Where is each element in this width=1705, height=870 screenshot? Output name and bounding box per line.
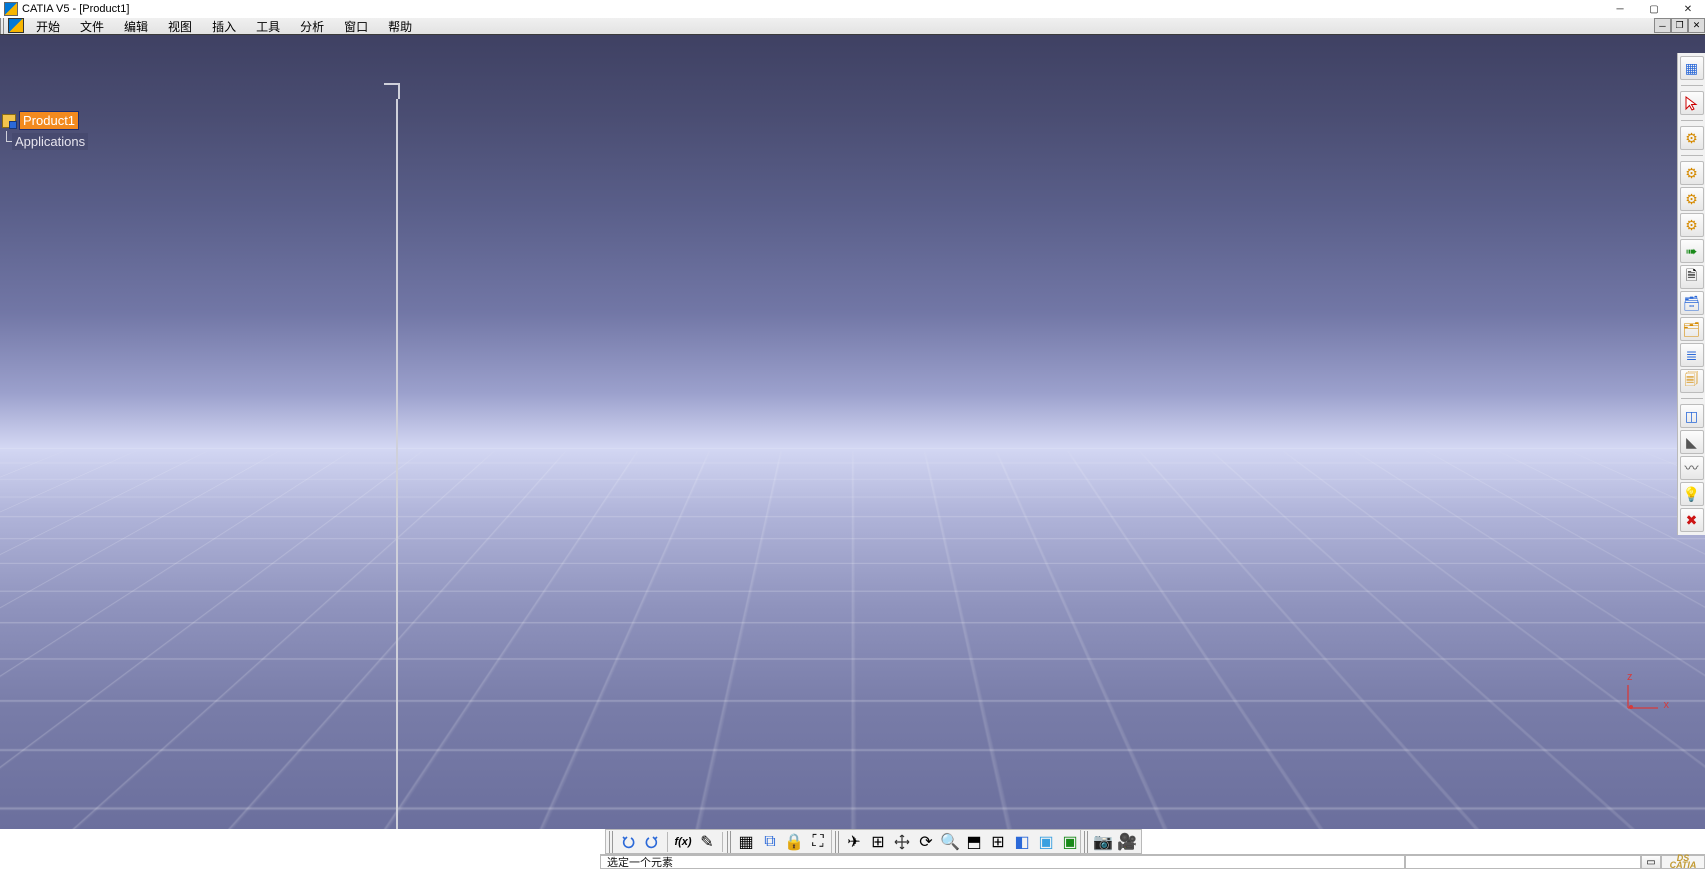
- status-message: 选定一个元素: [600, 855, 1405, 869]
- specification-tree[interactable]: Product1 Applications: [2, 110, 88, 152]
- delete-constraint-icon[interactable]: ✖: [1680, 508, 1704, 532]
- window-maximize-button[interactable]: ▢: [1637, 0, 1671, 18]
- toolbar-grip[interactable]: [0, 18, 6, 34]
- bom-icon[interactable]: ≣: [1680, 343, 1704, 367]
- toolbar-grip[interactable]: [1084, 831, 1090, 853]
- coincidence-constraint-icon[interactable]: ◫: [1680, 404, 1704, 428]
- tree-node-applications[interactable]: Applications: [2, 131, 88, 152]
- toolbar-grip[interactable]: [609, 831, 615, 853]
- brand-catia-label: CATIA: [1670, 862, 1697, 869]
- bottom-toolbar-capture: 📷 🎥: [1080, 829, 1142, 854]
- tree-node-product-label[interactable]: Product1: [19, 111, 79, 130]
- 3d-viewport[interactable]: [0, 35, 1705, 829]
- power-input[interactable]: [1405, 855, 1641, 869]
- normal-view-icon[interactable]: ⬒: [963, 831, 985, 853]
- fast-multi-instantiation-icon[interactable]: ➠: [1680, 239, 1704, 263]
- lock-icon[interactable]: 🔒: [783, 831, 805, 853]
- bottom-toolbar-standard: f(x) ✎ ▦ ⧉ 🔒 ⛶: [605, 829, 833, 854]
- right-toolbar: ▦ ⚙ ⚙ ⚙ ⚙ ➠ 🗎 🗃 🗂 ≣ 🗐 ◫ ◣ 〰 💡 ✖: [1677, 53, 1705, 535]
- document-close-button[interactable]: ✕: [1688, 18, 1705, 33]
- annotate-icon[interactable]: ✎: [696, 831, 718, 853]
- replace-component-icon[interactable]: ⚙: [1680, 213, 1704, 237]
- grid-icon[interactable]: ▦: [735, 831, 757, 853]
- menu-start[interactable]: 开始: [26, 18, 70, 34]
- fly-icon[interactable]: ✈: [843, 831, 865, 853]
- menu-analyze[interactable]: 分析: [290, 18, 334, 34]
- window-title: CATIA V5 - [Product1]: [22, 3, 129, 15]
- tree-scroll-corner: [384, 83, 400, 99]
- toolbar-grip[interactable]: [727, 831, 733, 853]
- viewport-grid-v: [0, 448, 1705, 829]
- work-area: Product1 Applications z x: [0, 35, 1705, 829]
- multi-view-icon[interactable]: ⊞: [987, 831, 1009, 853]
- workbench-icon[interactable]: ⧉: [759, 831, 781, 853]
- menu-edit[interactable]: 编辑: [114, 18, 158, 34]
- menu-file[interactable]: 文件: [70, 18, 114, 34]
- undo-icon[interactable]: [617, 831, 639, 853]
- contact-constraint-icon[interactable]: ◣: [1680, 430, 1704, 454]
- video-icon[interactable]: 🎥: [1116, 831, 1138, 853]
- existing-with-pos-icon[interactable]: ⚙: [1680, 187, 1704, 211]
- document-icon[interactable]: [8, 18, 24, 33]
- tree-scroll-divider[interactable]: [396, 99, 398, 829]
- window-titlebar: CATIA V5 - [Product1] ─ ▢ ✕: [0, 0, 1705, 18]
- window-minimize-button[interactable]: ─: [1603, 0, 1637, 18]
- app-icon: [4, 2, 18, 16]
- document-window-controls: ─ ❐ ✕: [1654, 18, 1705, 33]
- status-left-gap: [0, 854, 600, 869]
- fit-all-icon[interactable]: ⊞: [867, 831, 889, 853]
- zoom-icon[interactable]: 🔍: [939, 831, 961, 853]
- menu-view[interactable]: 视图: [158, 18, 202, 34]
- tree-branch-icon: [2, 131, 12, 152]
- capture-icon[interactable]: 📷: [1092, 831, 1114, 853]
- status-bar: 选定一个元素 ▭ DS CATIA: [600, 854, 1705, 869]
- tree-node-product[interactable]: Product1: [2, 110, 88, 131]
- graph-tree-icon[interactable]: 🗂: [1680, 317, 1704, 341]
- document-minimize-button[interactable]: ─: [1654, 18, 1671, 33]
- menu-tools[interactable]: 工具: [246, 18, 290, 34]
- select-arrow-icon[interactable]: [1680, 91, 1704, 115]
- define-multi-instantiation-icon[interactable]: 🗐: [1680, 369, 1704, 393]
- formula-icon[interactable]: f(x): [672, 831, 694, 853]
- menu-help[interactable]: 帮助: [378, 18, 422, 34]
- manipulation-icon[interactable]: ⚙: [1680, 126, 1704, 150]
- tree-node-applications-label[interactable]: Applications: [12, 133, 88, 150]
- status-options-button[interactable]: ▭: [1641, 855, 1661, 869]
- document-restore-button[interactable]: ❐: [1671, 18, 1688, 33]
- menu-insert[interactable]: 插入: [202, 18, 246, 34]
- plane-constraint-icon[interactable]: 〰: [1680, 456, 1704, 480]
- hide-show-icon[interactable]: ▣: [1059, 831, 1081, 853]
- window-close-button[interactable]: ✕: [1671, 0, 1705, 18]
- bottom-toolbar-view: ✈ ⊞ ⟳ 🔍 ⬒ ⊞ ◧ ▣ ▣ ◐: [831, 829, 1109, 854]
- menu-bar: 开始 文件 编辑 视图 插入 工具 分析 窗口 帮助: [0, 18, 1705, 35]
- product-icon: [2, 114, 16, 128]
- lightbulb-icon[interactable]: 💡: [1680, 482, 1704, 506]
- toolbar-grip[interactable]: [835, 831, 841, 853]
- generate-numbering-icon[interactable]: 🗎: [1680, 265, 1704, 289]
- expand-icon[interactable]: ⛶: [807, 831, 829, 853]
- product-structure-icon[interactable]: 🗃: [1680, 291, 1704, 315]
- existing-component-icon[interactable]: ⚙: [1680, 161, 1704, 185]
- iso-view-icon[interactable]: ◧: [1011, 831, 1033, 853]
- render-style-icon[interactable]: ▣: [1035, 831, 1057, 853]
- rotate-icon[interactable]: ⟳: [915, 831, 937, 853]
- menu-window[interactable]: 窗口: [334, 18, 378, 34]
- assembly-design-icon[interactable]: ▦: [1680, 56, 1704, 80]
- brand-logo: DS CATIA: [1661, 855, 1705, 869]
- pan-icon[interactable]: [891, 831, 913, 853]
- redo-icon[interactable]: [641, 831, 663, 853]
